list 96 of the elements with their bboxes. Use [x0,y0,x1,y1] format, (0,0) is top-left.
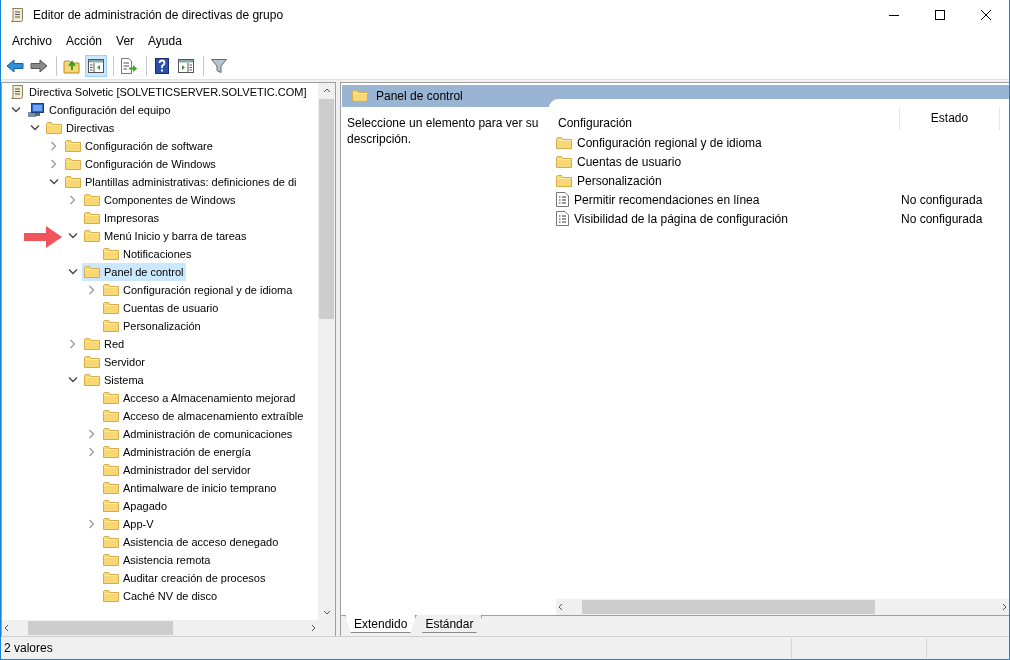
tree-item[interactable]: Acceso de almacenamiento extraíble [101,407,306,425]
folder-icon [103,535,119,549]
tree-item[interactable]: Caché NV de disco [101,587,220,605]
tree-item[interactable]: Menú Inicio y barra de tareas [82,227,249,245]
tree-item[interactable]: Configuración de Windows [63,155,218,173]
folder-icon [103,499,119,513]
menu-item[interactable]: Ver [109,31,142,51]
folder-icon [65,139,81,153]
folder-icon [103,517,119,531]
scroll-icon [9,84,25,100]
list-item[interactable]: Personalización [549,173,893,188]
maximize-icon [935,10,945,20]
horizontal-scrollbar[interactable] [2,620,335,636]
folder-icon [84,193,100,207]
tree-item[interactable]: Personalización [101,317,203,335]
folder-icon [103,481,119,495]
annotation-arrow [24,226,62,248]
tree-item[interactable]: Plantillas administrativas: definiciones de di [63,173,299,191]
tree-item[interactable]: Configuración del equipo [25,101,173,119]
tree-item[interactable]: Notificaciones [101,245,194,263]
pane-title: Panel de control [376,89,463,103]
window-title: Editor de administración de directivas de grupo [33,8,284,22]
horizontal-scrollbar[interactable] [556,599,1009,615]
list-item[interactable]: Permitir recomendaciones en línea [549,192,893,207]
chevron-down-icon[interactable] [11,107,21,113]
view-tab[interactable]: Estándar [416,615,483,633]
close-icon [981,10,991,20]
menu-item[interactable]: Ayuda [141,31,189,51]
menu-item[interactable]: Archivo [5,31,59,51]
folder-icon [103,589,119,603]
folder-icon [103,247,119,261]
folder-icon [65,175,81,189]
computer-icon [27,102,45,118]
folder-icon [556,135,572,150]
status-cell-text: No configurada [900,192,984,207]
tree-item[interactable]: Cuentas de usuario [101,299,221,317]
tree-item[interactable]: Panel de control [82,263,186,281]
folder-icon [103,427,119,441]
tree-item[interactable]: App-V [101,515,156,533]
tree-item[interactable]: Directivas [44,119,117,137]
tree-item[interactable]: Componentes de Windows [82,191,238,209]
folder-icon [103,319,119,333]
tree-item[interactable]: Administración de comunicaciones [101,425,295,443]
folder-icon [84,265,100,279]
folder-icon [84,229,100,243]
folder-icon [46,121,62,135]
chevron-down-icon[interactable] [68,377,78,383]
list-item[interactable]: Visibilidad de la página de configuración [549,211,893,226]
column-header[interactable]: Estado [899,107,1000,130]
folder-icon [556,173,572,188]
folder-icon [103,409,119,423]
tree-item[interactable]: Directiva Solvetic [SOLVETICSERVER.SOLVETIC.COM] [7,83,309,101]
chevron-down-icon[interactable] [30,125,40,131]
tree-item[interactable]: Asistencia remota [101,551,213,569]
folder-icon [556,154,572,169]
folder-icon [65,157,81,171]
folder-icon [84,211,100,225]
chevron-down-icon[interactable] [68,269,78,275]
tree-item[interactable]: Configuración de software [63,137,215,155]
tree-item[interactable]: Administrador del servidor [101,461,253,479]
tree-item[interactable]: Auditar creación de procesos [101,569,268,587]
list-item[interactable]: Cuentas de usuario [549,154,893,169]
folder-icon [103,283,119,297]
folder-icon [84,373,100,387]
tree-item[interactable]: Administración de energía [101,443,253,461]
list-item[interactable]: Configuración regional y de idioma [549,135,893,150]
setting-icon [556,192,569,207]
folder-icon [103,553,119,567]
folder-icon [84,337,100,351]
chevron-down-icon[interactable] [49,179,59,185]
folder-icon [352,89,368,103]
tree-item[interactable]: Asistencia de acceso denegado [101,533,281,551]
view-tab[interactable]: Extendido [345,615,417,633]
tree-item[interactable]: Configuración regional y de idioma [101,281,295,299]
setting-icon [556,211,569,226]
folder-icon [103,463,119,477]
folder-icon [103,391,119,405]
tree-item[interactable]: Sistema [82,371,146,389]
status-cell-text: No configurada [900,211,984,226]
folder-icon [103,301,119,315]
folder-icon [103,445,119,459]
tree-item[interactable]: Apagado [101,497,170,515]
chevron-down-icon[interactable] [68,233,78,239]
vertical-scrollbar[interactable] [318,83,335,620]
folder-icon [103,571,119,585]
tree-item[interactable]: Red [82,335,127,353]
description-text: Seleccione un elemento para ver su descripción. [346,115,540,148]
column-header[interactable]: Configuración [549,116,899,130]
tree-item[interactable]: Acceso a Almacenamiento mejorad [101,389,298,407]
menu-item[interactable]: Acción [59,31,110,51]
tree-item[interactable]: Servidor [82,353,147,371]
folder-icon [84,355,100,369]
scroll-icon [9,7,25,23]
status-text: 2 valores [3,641,54,655]
tree-item[interactable]: Impresoras [82,209,162,227]
tree-item[interactable]: Antimalware de inicio temprano [101,479,279,497]
